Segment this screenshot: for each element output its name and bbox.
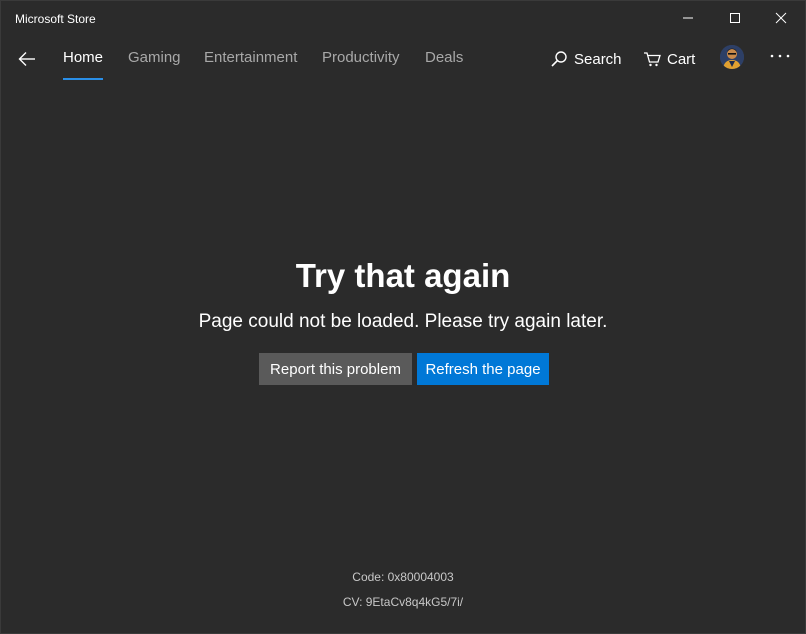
report-problem-label: Report this problem: [270, 360, 401, 378]
maximize-icon: [730, 13, 740, 23]
correlation-vector: CV: 9EtaCv8q4kG5/7i/: [342, 595, 464, 609]
more-dots-icon: [770, 54, 790, 58]
tab-entertainment[interactable]: Entertainment: [204, 49, 297, 77]
cart-icon: [644, 52, 661, 67]
tab-deals-label: Deals: [425, 49, 464, 66]
tab-entertainment-label: Entertainment: [204, 49, 298, 66]
cart-button[interactable]: Cart: [643, 48, 695, 70]
refresh-page-label: Refresh the page: [425, 360, 541, 378]
error-code: Code: 0x80004003: [352, 570, 454, 584]
more-options-button[interactable]: [766, 45, 794, 67]
tab-gaming-label: Gaming: [128, 49, 181, 66]
search-icon: [551, 51, 567, 67]
tab-productivity[interactable]: Productivity: [322, 49, 400, 77]
tab-home-label: Home: [63, 49, 104, 66]
back-button[interactable]: [9, 43, 45, 75]
user-avatar-icon: [720, 45, 744, 69]
minimize-icon: [683, 17, 693, 19]
search-label: Search: [574, 50, 622, 68]
close-button[interactable]: [758, 1, 804, 35]
arrow-left-icon: [18, 52, 35, 66]
tab-productivity-label: Productivity: [322, 49, 400, 66]
avatar[interactable]: [720, 45, 744, 69]
close-icon: [775, 12, 787, 24]
error-message: Page could not be loaded. Please try aga…: [198, 311, 608, 332]
refresh-page-button[interactable]: Refresh the page: [417, 353, 549, 385]
error-title: Try that again: [295, 257, 511, 294]
active-tab-indicator: [63, 78, 104, 80]
store-window: Microsoft Store Home Gaming Entertainmen…: [0, 0, 806, 634]
minimize-button[interactable]: [665, 1, 711, 35]
title-bar: Microsoft Store: [1, 1, 805, 37]
tab-gaming[interactable]: Gaming: [128, 49, 181, 77]
nav-bar: Home Gaming Entertainment Productivity D…: [1, 37, 805, 83]
search-button[interactable]: Search: [550, 48, 622, 70]
cart-label: Cart: [667, 50, 696, 68]
report-problem-button[interactable]: Report this problem: [259, 353, 412, 385]
tab-home[interactable]: Home: [63, 49, 104, 80]
maximize-button[interactable]: [712, 1, 758, 35]
tab-deals[interactable]: Deals: [425, 49, 463, 77]
app-title: Microsoft Store: [15, 12, 96, 26]
